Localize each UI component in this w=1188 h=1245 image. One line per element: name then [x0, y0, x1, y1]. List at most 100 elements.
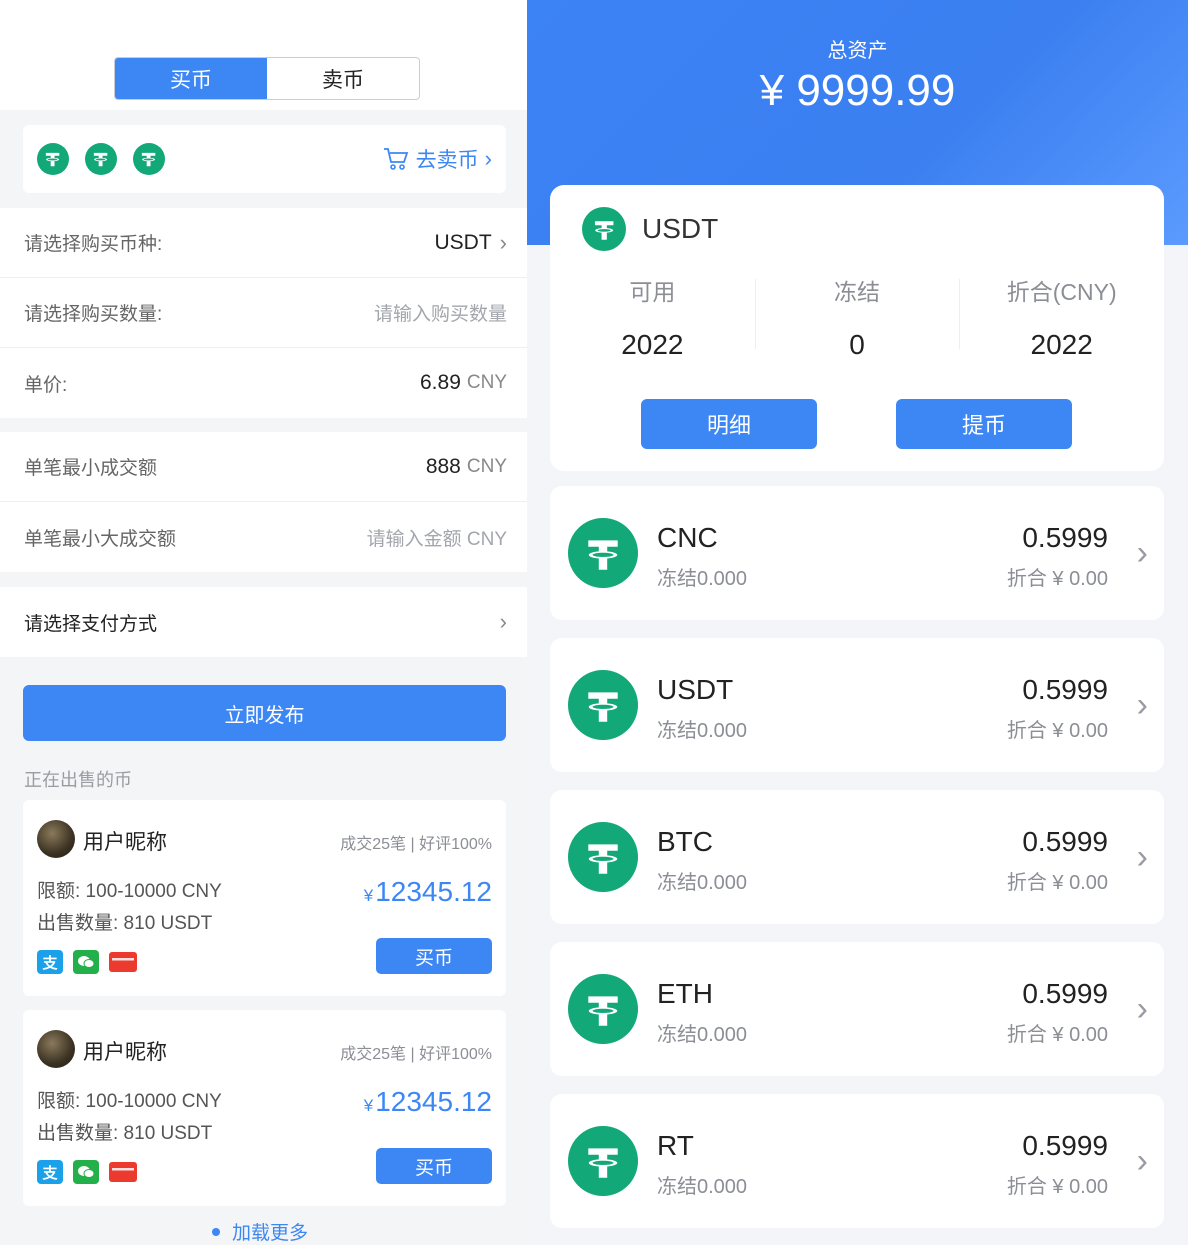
row-label: 请选择购买数量: [24, 304, 163, 325]
quantity-row[interactable]: 请选择购买数量: 请输入购买数量 [0, 278, 527, 348]
offer-limit: 限额: 100-10000 CNY [37, 881, 222, 902]
assets-panel: 总资产 ¥ 9999.99 USDT 可用 2022 冻结 0 折合(CNY) … [527, 0, 1188, 1245]
tab-buy[interactable]: 买币 [115, 58, 267, 99]
coin-frozen: 冻结0.000 [657, 568, 748, 590]
limit-form: 单笔最小成交额 888 CNY 单笔最小大成交额 请输入金额 CNY [0, 432, 527, 572]
tether-icon [568, 822, 638, 892]
chevron-right-icon: › [499, 229, 507, 255]
loading-dot-icon [212, 1227, 220, 1236]
coin-cny: 折合 ¥ 0.00 [1006, 1176, 1108, 1198]
tether-icon [582, 207, 626, 251]
tab-sell[interactable]: 卖币 [267, 58, 419, 99]
total-assets-value: ¥ 9999.99 [759, 66, 956, 115]
coin-row[interactable]: RT 冻结0.000 0.5999 折合 ¥ 0.00 › [550, 1094, 1164, 1228]
tether-icon [568, 974, 638, 1044]
min-amount-row: 单笔最小成交额 888 CNY [0, 432, 527, 502]
coin-name: RT [657, 1130, 694, 1161]
payment-icons: 支 [37, 950, 147, 974]
cny-label: 折合(CNY) [1006, 279, 1117, 305]
frozen-value: 0 [849, 329, 865, 360]
offer-price: ¥12345.12 [364, 876, 492, 908]
go-sell-link[interactable]: 去卖币 › [382, 144, 492, 174]
buy-button[interactable]: 买币 [376, 1148, 492, 1184]
payment-card: 请选择支付方式 › [0, 587, 527, 657]
chevron-right-icon: › [1136, 838, 1148, 876]
coin-name: BTC [657, 826, 713, 857]
tether-icon[interactable] [133, 143, 165, 175]
avatar [37, 820, 75, 858]
chevron-right-icon: › [1136, 686, 1148, 724]
buy-button[interactable]: 买币 [376, 938, 492, 974]
coin-balance: 0.5999 [1022, 978, 1108, 1009]
wechat-icon [73, 1160, 99, 1184]
tether-icon[interactable] [37, 143, 69, 175]
trade-stats: 成交25笔 | 好评100% [340, 836, 492, 853]
currency-symbol: ¥ [363, 1096, 374, 1115]
avatar [37, 1030, 75, 1068]
row-label: 单笔最小大成交额 [24, 528, 177, 550]
wechat-icon [73, 950, 99, 974]
coin-name: USDT [657, 674, 734, 705]
coin-balance: 0.5999 [1022, 1130, 1108, 1161]
detail-button[interactable]: 明细 [641, 399, 817, 449]
order-form: 请选择购买币种: USDT › 请选择购买数量: 请输入购买数量 单价: 6.89… [0, 208, 527, 418]
coin-balance: 0.5999 [1022, 522, 1108, 553]
tether-icon[interactable] [85, 143, 117, 175]
coin-frozen: 冻结0.000 [657, 872, 748, 894]
cart-icon [383, 148, 408, 170]
coin-row[interactable]: USDT 冻结0.000 0.5999 折合 ¥ 0.00 › [550, 638, 1164, 772]
row-label: 单价: [24, 374, 68, 396]
available-column: 可用 2022 [550, 273, 755, 361]
offer-card: 用户昵称 成交25笔 | 好评100% 限额: 100-10000 CNY 出售… [23, 800, 506, 996]
buy-sell-segment: 买币 卖币 [114, 57, 420, 100]
alipay-icon: 支 [37, 950, 63, 974]
user-nickname: 用户昵称 [83, 831, 167, 854]
quantity-input[interactable]: 请输入购买数量 [374, 299, 507, 326]
offer-card: 用户昵称 成交25笔 | 好评100% 限额: 100-10000 CNY 出售… [23, 1010, 506, 1206]
buy-panel: 买币 卖币 去卖币 › 请选择购买币种: USDT › 请选择购买数量: 请输入购… [0, 0, 527, 1245]
coin-row[interactable]: BTC 冻结0.000 0.5999 折合 ¥ 0.00 › [550, 790, 1164, 924]
min-amount-value: 888 [425, 454, 461, 478]
coin-select-value: USDT [434, 230, 492, 254]
publish-button[interactable]: 立即发布 [23, 685, 506, 741]
coin-cny: 折合 ¥ 0.00 [1006, 872, 1108, 894]
coin-frozen: 冻结0.000 [657, 720, 748, 742]
withdraw-button[interactable]: 提币 [896, 399, 1072, 449]
max-amount-input[interactable]: 请输入金额 CNY [367, 524, 507, 551]
offer-price-value: 12345.12 [375, 1086, 492, 1117]
coin-select-row[interactable]: 请选择购买币种: USDT › [0, 208, 527, 278]
top-bar: 买币 卖币 [0, 0, 527, 110]
user-nickname: 用户昵称 [83, 1041, 167, 1064]
coin-balance: 0.5999 [1022, 826, 1108, 857]
chevron-right-icon: › [1136, 990, 1148, 1028]
bank-card-icon [109, 952, 137, 972]
usdt-card-title: USDT [642, 213, 719, 244]
chevron-right-icon: › [484, 146, 492, 171]
currency-symbol: ¥ [363, 886, 374, 905]
coin-balance: 0.5999 [1022, 674, 1108, 705]
coin-row[interactable]: CNC 冻结0.000 0.5999 折合 ¥ 0.00 › [550, 486, 1164, 620]
frozen-column: 冻结 0 [754, 273, 960, 361]
max-amount-row[interactable]: 单笔最小大成交额 请输入金额 CNY [0, 502, 527, 572]
available-value: 2022 [621, 329, 684, 360]
cny-column: 折合(CNY) 2022 [959, 273, 1164, 361]
load-more-link[interactable]: 加载更多 [212, 1218, 308, 1245]
coin-row[interactable]: ETH 冻结0.000 0.5999 折合 ¥ 0.00 › [550, 942, 1164, 1076]
coin-name: CNC [657, 522, 718, 553]
cny-value: 2022 [1030, 329, 1093, 360]
coin-cny: 折合 ¥ 0.00 [1006, 1024, 1108, 1046]
unit-price-row: 单价: 6.89 CNY [0, 348, 527, 418]
coin-frozen: 冻结0.000 [657, 1176, 748, 1198]
go-sell-label: 去卖币 [415, 149, 479, 172]
bank-card-icon [109, 1162, 137, 1182]
tether-icon [568, 670, 638, 740]
tether-icon [568, 518, 638, 588]
payment-method-row[interactable]: 请选择支付方式 › [0, 587, 527, 657]
offer-limit: 限额: 100-10000 CNY [37, 1091, 222, 1112]
offer-quantity: 出售数量: 810 USDT [37, 1123, 213, 1144]
payment-method-label: 请选择支付方式 [24, 613, 158, 635]
available-label: 可用 [629, 279, 676, 305]
chevron-right-icon: › [499, 609, 507, 634]
row-label: 单笔最小成交额 [24, 458, 158, 479]
offer-price: ¥12345.12 [364, 1086, 492, 1118]
